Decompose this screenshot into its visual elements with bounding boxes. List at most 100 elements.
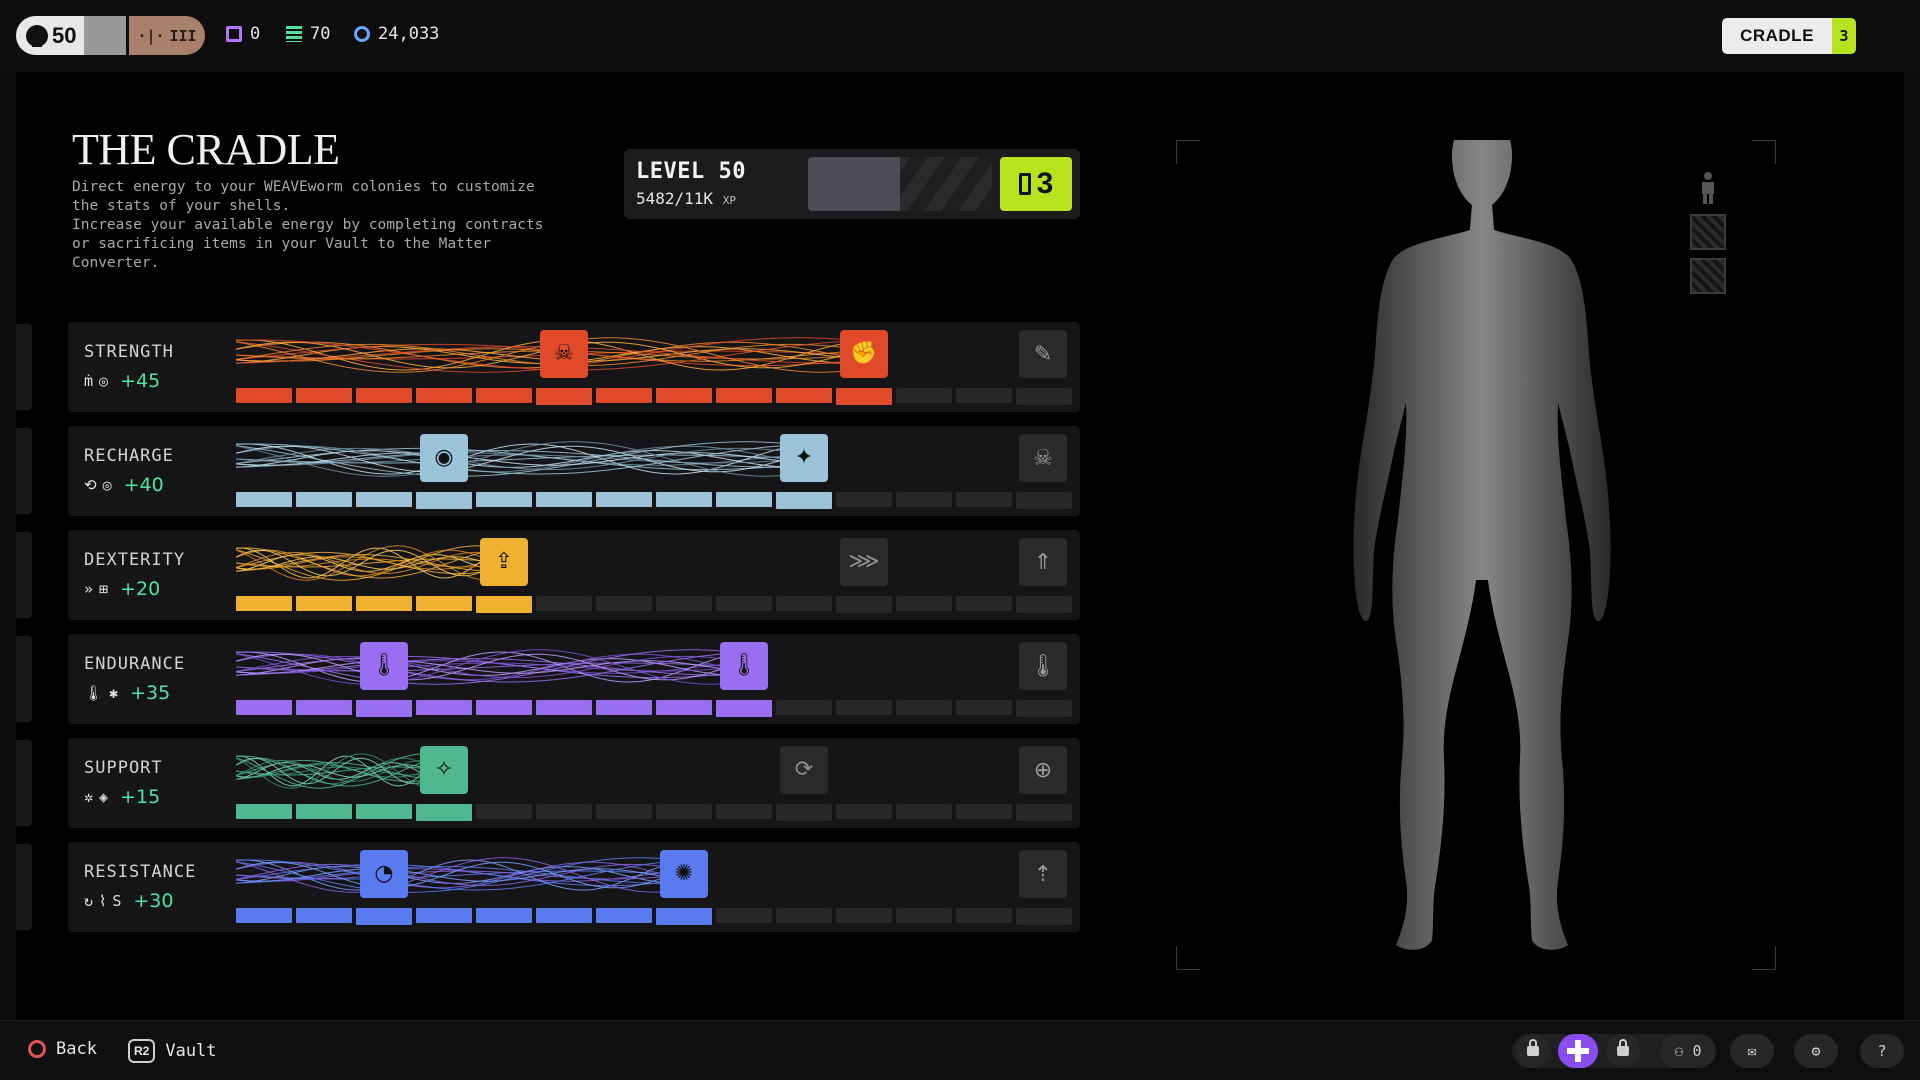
stat-node-unlocked[interactable]: ✺	[660, 850, 708, 898]
energy-segment-empty	[836, 700, 892, 715]
energy-segment-filled	[236, 596, 292, 611]
energy-segment-empty	[716, 596, 772, 611]
stack-count: 70	[310, 24, 331, 44]
energy-segment-empty	[836, 804, 892, 819]
energy-segment-filled	[656, 388, 712, 403]
help-button[interactable]: ?	[1860, 1034, 1904, 1068]
lock-icon	[1527, 1039, 1539, 1056]
page-description: Direct energy to your WEAVEworm colonies…	[72, 179, 544, 271]
stat-tab[interactable]	[16, 532, 32, 618]
energy-segment-filled	[776, 388, 832, 403]
node-icon: ✺	[674, 861, 694, 886]
stat-bonus: +15	[120, 786, 161, 808]
location-badge[interactable]: CRADLE 3	[1722, 18, 1856, 54]
stat-tab[interactable]	[16, 844, 32, 930]
modifier-icon: ṁ	[84, 372, 94, 390]
stat-node-unlocked[interactable]: ☠	[540, 330, 588, 378]
back-button[interactable]: Back	[28, 1039, 97, 1059]
path-selector[interactable]: ·|· III	[129, 16, 205, 55]
back-label: Back	[56, 1039, 97, 1059]
energy-segment-empty	[656, 596, 712, 611]
stat-name: STRENGTH	[84, 342, 174, 362]
currency-chips: 0	[226, 24, 260, 44]
stat-node-unlocked[interactable]: 🌡	[360, 642, 408, 690]
energy-segment-filled	[596, 388, 652, 403]
energy-segment-filled	[296, 388, 352, 403]
energy-segment-filled	[656, 492, 712, 507]
shell-silhouette-icon[interactable]	[1690, 170, 1726, 206]
stat-row-endurance[interactable]: ENDURANCE 🌡 ✱ +35 🌡 🌡 🌡	[68, 634, 1080, 724]
stat-node-unlocked[interactable]: ◔	[360, 850, 408, 898]
energy-segment-empty	[596, 596, 652, 611]
stat-modifiers: ✲ ◈ +15	[84, 786, 160, 808]
stat-capstone-node[interactable]: ⇑	[1019, 538, 1067, 586]
energy-segment-filled	[716, 700, 772, 717]
stat-node-unlocked[interactable]: 🌡	[720, 642, 768, 690]
energy-segment-empty	[536, 804, 592, 819]
square-icon[interactable]	[1690, 258, 1726, 294]
settings-button[interactable]: ⚙	[1794, 1034, 1838, 1068]
stat-segments	[236, 908, 1072, 925]
stat-tab[interactable]	[16, 636, 32, 722]
stat-node-unlocked[interactable]: ◉	[420, 434, 468, 482]
stat-row-support[interactable]: SUPPORT ✲ ◈ +15 ⊕ ✧ ⟳	[68, 738, 1080, 828]
hud-corner	[1176, 946, 1200, 970]
stat-capstone-node[interactable]: ⇡	[1019, 850, 1067, 898]
lock-slot-left[interactable]	[1516, 1034, 1550, 1068]
stat-row-dexterity[interactable]: DEXTERITY » ⊞ +20 ⇑ ⇪ ⋙	[68, 530, 1080, 620]
energy-segment-empty	[1016, 596, 1072, 613]
vault-label: Vault	[165, 1041, 217, 1061]
stat-capstone-node[interactable]: ☠	[1019, 434, 1067, 482]
energy-segment-filled	[296, 492, 352, 507]
stat-energy-strand	[236, 649, 747, 685]
stat-capstone-node[interactable]: ✎	[1019, 330, 1067, 378]
circle-button-icon	[28, 1040, 46, 1058]
stat-node-unlocked[interactable]: ✧	[420, 746, 468, 794]
node-icon: ⋙	[848, 549, 880, 574]
mail-button[interactable]: ✉	[1730, 1034, 1774, 1068]
pattern-icon[interactable]	[1690, 214, 1726, 250]
stat-tab[interactable]	[16, 324, 32, 410]
stat-modifiers: » ⊞ +20	[84, 578, 160, 600]
energy-segment-filled	[716, 388, 772, 403]
level-card: LEVEL 50 5482/11K XP 3	[624, 149, 1080, 219]
cross-emblem-icon	[1567, 1040, 1589, 1062]
energy-segment-empty	[716, 908, 772, 923]
stat-capstone-node[interactable]: 🌡	[1019, 642, 1067, 690]
energy-segment-filled	[476, 700, 532, 715]
stat-capstone-node[interactable]: ⊕	[1019, 746, 1067, 794]
active-slot[interactable]	[1558, 1034, 1598, 1068]
vault-button[interactable]: R2 Vault	[128, 1039, 217, 1063]
stat-row-recharge[interactable]: RECHARGE ⟲ ◎ +40 ☠ ◉ ✦	[68, 426, 1080, 516]
energy-segment-filled	[296, 804, 352, 819]
player-level-pill[interactable]: 50	[16, 16, 126, 55]
stat-row-strength[interactable]: STRENGTH ṁ ◎ +45 ✎ ☠ ✊	[68, 322, 1080, 412]
lock-slot-right[interactable]	[1606, 1034, 1640, 1068]
energy-segment-filled	[536, 700, 592, 715]
shell-viewer[interactable]	[1176, 115, 1776, 970]
modifier-icon: ↻	[84, 892, 94, 910]
stat-node-unlocked[interactable]: ✦	[780, 434, 828, 482]
stat-node-unlocked[interactable]: ⇪	[480, 538, 528, 586]
energy-segment-filled	[476, 596, 532, 613]
energy-segment-filled	[776, 492, 832, 509]
stat-tab[interactable]	[16, 740, 32, 826]
hud-corner	[1752, 140, 1776, 164]
stat-node-locked[interactable]: ⋙	[840, 538, 888, 586]
stat-bonus: +45	[120, 370, 161, 392]
r2-button-icon: R2	[128, 1039, 156, 1063]
energy-segment-filled	[836, 388, 892, 405]
stack-icon	[286, 26, 302, 42]
energy-segment-empty	[896, 388, 952, 403]
squad-button[interactable]: ⚇ 0	[1660, 1034, 1716, 1068]
stat-bonus: +35	[130, 682, 171, 704]
energy-segment-filled	[296, 908, 352, 923]
help-icon: ?	[1877, 1042, 1887, 1060]
energy-segment-filled	[476, 492, 532, 507]
energy-segment-empty	[716, 804, 772, 819]
stat-row-resistance[interactable]: RESISTANCE ↻ ⌇ S +30 ⇡ ◔ ✺	[68, 842, 1080, 932]
stat-node-unlocked[interactable]: ✊	[840, 330, 888, 378]
energy-segment-filled	[356, 596, 412, 611]
stat-tab[interactable]	[16, 428, 32, 514]
stat-node-locked[interactable]: ⟳	[780, 746, 828, 794]
